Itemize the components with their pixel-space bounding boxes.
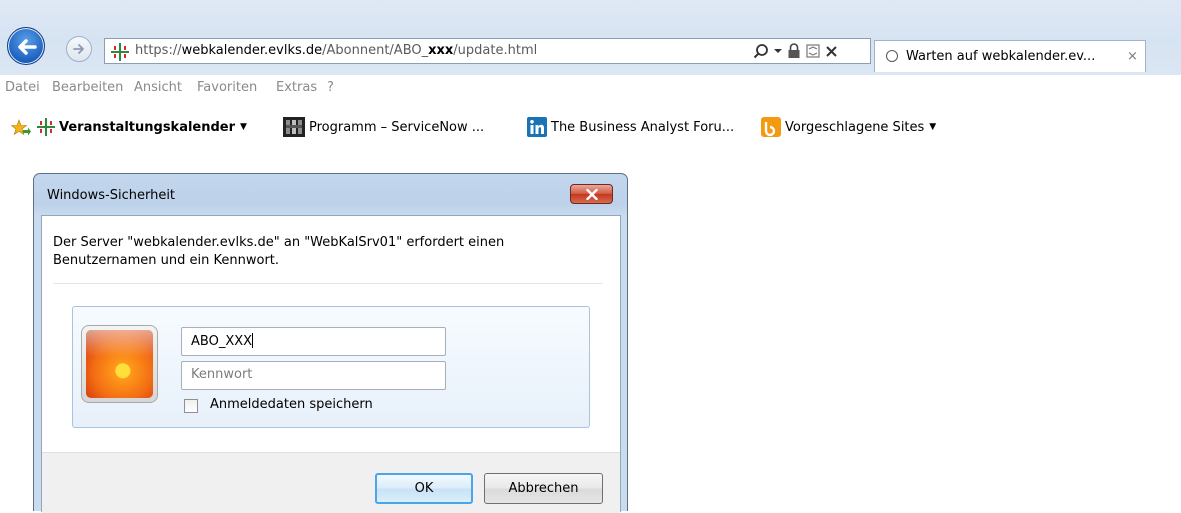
windows-security-dialog: Windows-Sicherheit Der Server "webkalend… <box>33 173 628 513</box>
dialog-title: Windows-Sicherheit <box>47 188 176 203</box>
address-url[interactable]: https://webkalender.evlks.de/Abonnent/AB… <box>135 43 537 58</box>
servicenow-icon <box>283 117 305 137</box>
arrow-left-icon <box>18 39 37 55</box>
forward-button[interactable] <box>66 36 92 62</box>
favorite-label: Programm – ServiceNow ... <box>309 119 485 135</box>
url-path-end: /update.html <box>453 43 538 58</box>
username-field[interactable]: ABO_XXX <box>181 327 446 356</box>
lock-icon[interactable] <box>787 43 801 59</box>
loading-icon <box>886 50 898 62</box>
password-placeholder: Kennwort <box>191 367 253 382</box>
remember-credentials-label[interactable]: Anmeldedaten speichern <box>210 397 373 412</box>
user-avatar <box>81 325 158 403</box>
tab-active[interactable]: Warten auf webkalender.ev... × <box>874 40 1146 72</box>
chevron-down-icon: ▼ <box>240 122 247 132</box>
arrow-right-icon <box>73 44 84 54</box>
chevron-down-icon[interactable] <box>774 47 782 55</box>
tab-close-icon[interactable]: × <box>1127 49 1138 64</box>
dialog-message-line2: Benutzernamen und ein Kennwort. <box>53 253 280 268</box>
username-value: ABO_XXX <box>191 334 253 349</box>
url-domain: webkalender.evlks.de <box>181 43 323 58</box>
search-icon[interactable] <box>753 43 769 59</box>
cancel-button[interactable]: Abbrechen <box>484 473 603 504</box>
text-cursor <box>252 333 254 348</box>
tab-title: Warten auf webkalender.ev... <box>906 49 1096 64</box>
suggested-sites-icon <box>761 117 781 137</box>
cross-logo-icon <box>37 118 55 136</box>
url-prefix: https:// <box>135 43 182 58</box>
back-button[interactable] <box>7 27 45 65</box>
credential-tile: ABO_XXX Kennwort Anmeldedaten speichern <box>72 306 590 428</box>
add-favorites-star-icon[interactable] <box>11 119 31 137</box>
favorite-vorgeschlagene-sites[interactable]: Vorgeschlagene Sites ▼ <box>761 117 936 137</box>
favorite-label: The Business Analyst Foru... <box>551 119 735 135</box>
linkedin-icon <box>527 117 547 137</box>
dialog-message: Der Server "webkalender.evlks.de" an "We… <box>53 234 573 270</box>
favorite-label: Vorgeschlagene Sites <box>785 119 925 135</box>
menu-ansicht[interactable]: Ansicht <box>134 80 182 95</box>
dialog-message-line1: Der Server "webkalender.evlks.de" an "We… <box>53 235 505 250</box>
address-bar[interactable]: https://webkalender.evlks.de/Abonnent/AB… <box>104 38 871 64</box>
menu-datei[interactable]: Datei <box>5 80 40 95</box>
menu-favoriten[interactable]: Favoriten <box>197 80 257 95</box>
divider <box>53 283 603 284</box>
dialog-close-button[interactable] <box>570 184 613 204</box>
favorite-veranstaltungskalender[interactable]: Veranstaltungskalender ▼ <box>37 117 247 137</box>
browser-titlebar: https://webkalender.evlks.de/Abonnent/AB… <box>0 0 1181 75</box>
compatibility-view-icon[interactable] <box>806 44 820 58</box>
favorite-servicenow[interactable]: Programm – ServiceNow ... <box>283 117 484 137</box>
password-field[interactable]: Kennwort <box>181 361 446 390</box>
menu-bearbeiten[interactable]: Bearbeiten <box>52 80 123 95</box>
favorite-label: Veranstaltungskalender <box>59 119 236 135</box>
menu-bar: Datei Bearbeiten Ansicht Favoriten Extra… <box>0 75 1181 105</box>
menu-extras[interactable]: Extras <box>276 80 317 95</box>
url-path-bold: xxx <box>428 43 454 58</box>
ok-button[interactable]: OK <box>375 473 473 504</box>
dialog-body: Der Server "webkalender.evlks.de" an "We… <box>41 215 621 513</box>
close-icon <box>586 189 598 200</box>
stop-icon[interactable] <box>825 45 838 58</box>
favorite-business-analyst-forum[interactable]: The Business Analyst Foru... <box>527 117 734 137</box>
flower-icon <box>86 330 153 398</box>
menu-help[interactable]: ? <box>327 80 334 95</box>
dialog-footer: OK Abbrechen <box>42 452 620 513</box>
remember-credentials-checkbox[interactable] <box>184 399 198 413</box>
chevron-down-icon: ▼ <box>929 122 937 132</box>
cross-logo-icon <box>111 43 129 61</box>
favorites-bar: Veranstaltungskalender ▼ Programm – Serv… <box>0 105 1181 149</box>
url-path: /Abonnent/ABO_ <box>322 43 429 58</box>
address-tools <box>753 42 838 60</box>
